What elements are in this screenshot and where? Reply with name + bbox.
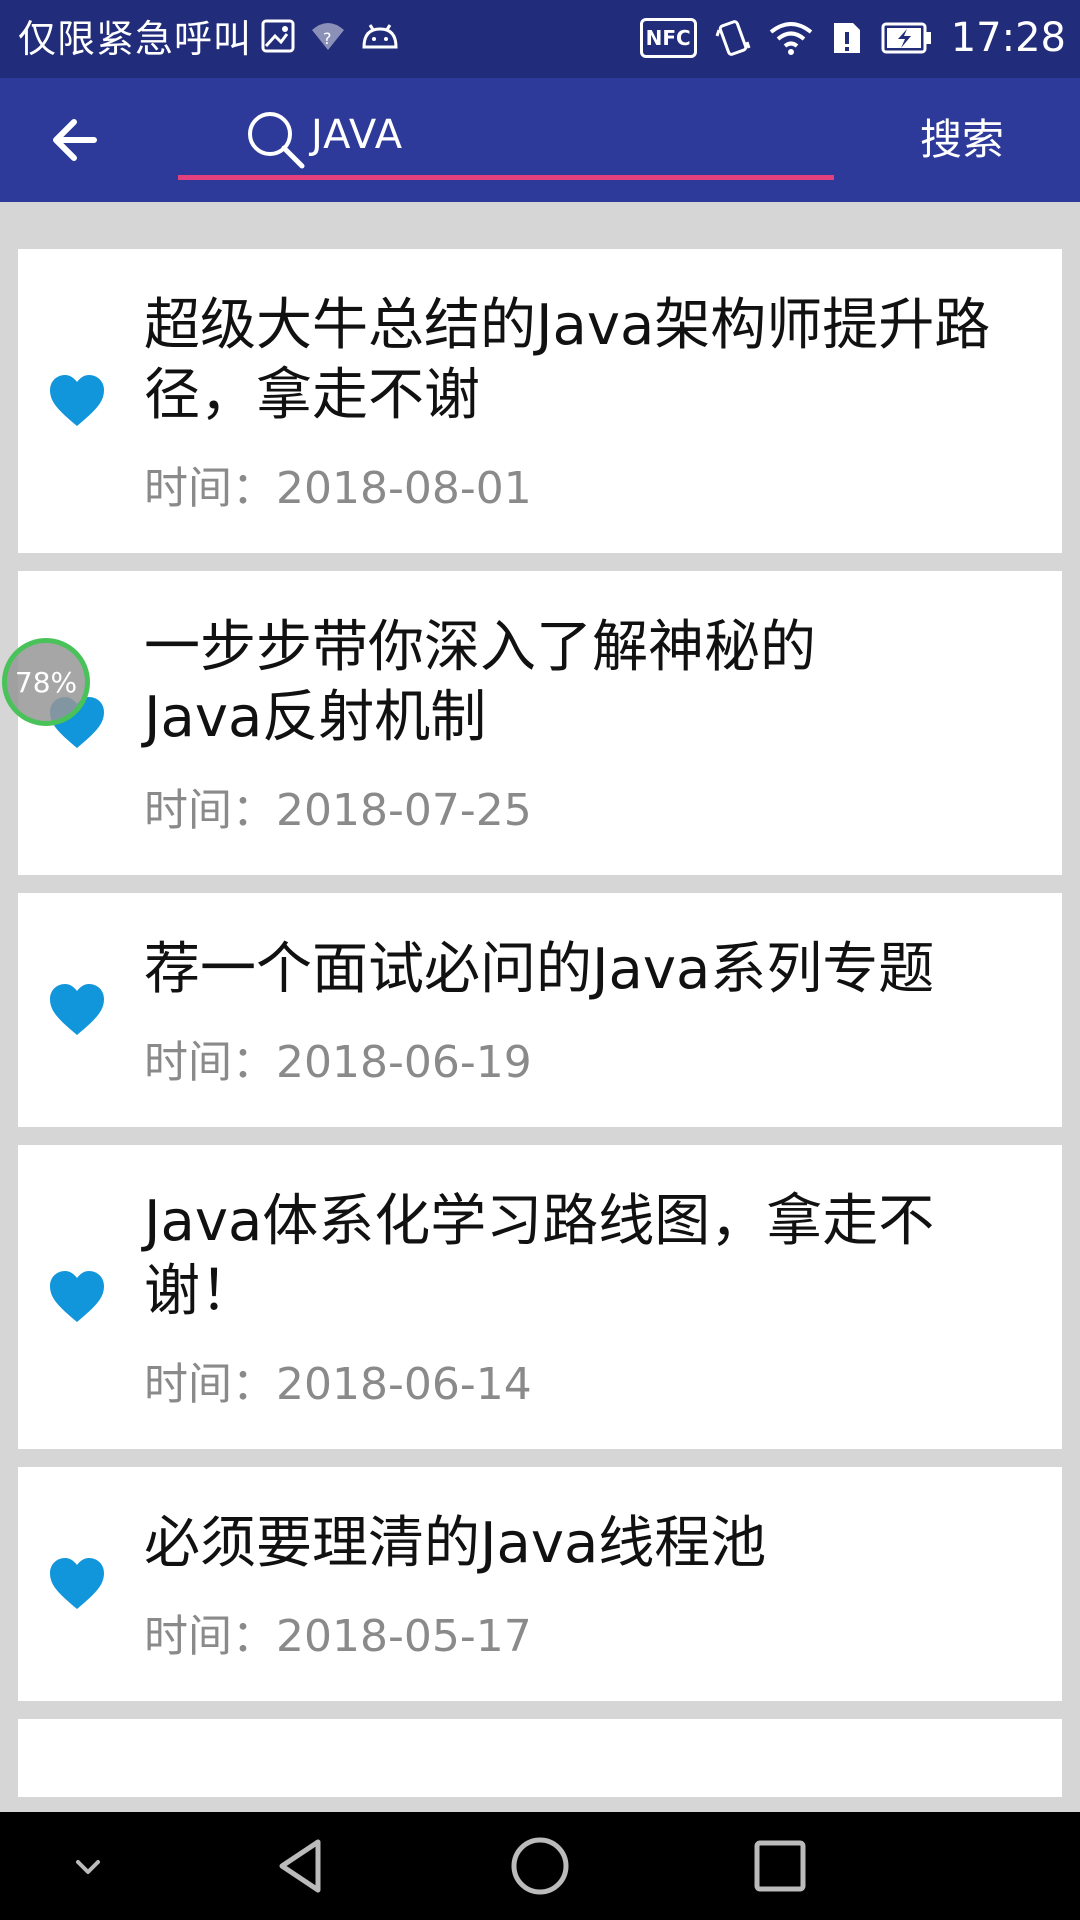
vibrate-icon [715, 18, 751, 58]
article-time: 时间：2018-07-25 [144, 785, 532, 836]
article-title: 荐一个面试必问的Java系列专题 [144, 937, 935, 1002]
nfc-icon: NFC [639, 18, 697, 58]
search-input[interactable]: JAVA [178, 96, 834, 180]
list-item[interactable]: 必须要理清的Java线程池 时间：2018-05-17 [18, 1467, 1062, 1701]
article-time: 时间：2018-06-14 [144, 1359, 532, 1410]
list-item[interactable] [18, 1719, 1062, 1797]
sim-alert-icon [831, 20, 863, 56]
battery-charging-icon [881, 22, 933, 54]
list-item[interactable]: 超级大牛总结的Java架构师提升路径，拿走不谢 时间：2018-08-01 [18, 249, 1062, 553]
article-list: 超级大牛总结的Java架构师提升路径，拿走不谢 时间：2018-08-01 一步… [18, 249, 1062, 1815]
wifi-icon [769, 20, 813, 56]
chevron-down-icon[interactable] [56, 1834, 120, 1898]
search-button[interactable]: 搜索 [920, 112, 1004, 168]
list-item[interactable]: 荐一个面试必问的Java系列专题 时间：2018-06-19 [18, 893, 1062, 1127]
svg-text:?: ? [323, 29, 332, 48]
article-time: 时间：2018-06-19 [144, 1037, 532, 1088]
heart-icon[interactable] [48, 374, 106, 428]
carrier-label: 仅限紧急呼叫 [18, 17, 253, 61]
search-icon [248, 112, 305, 169]
list-item[interactable]: Java体系化学习路线图，拿走不谢！ 时间：2018-06-14 [18, 1145, 1062, 1449]
heart-icon[interactable] [48, 1270, 106, 1324]
navigation-bar [0, 1812, 1080, 1920]
list-item[interactable]: 一步步带你深入了解神秘的Java反射机制 时间：2018-07-25 [18, 571, 1062, 875]
arrow-left-icon [53, 119, 97, 161]
article-title: Java体系化学习路线图，拿走不谢！ [144, 1189, 935, 1324]
floating-progress-badge[interactable]: 78% [2, 638, 90, 726]
article-time: 时间：2018-05-17 [144, 1611, 532, 1662]
article-title: 超级大牛总结的Java架构师提升路径，拿走不谢 [144, 293, 991, 428]
back-button[interactable] [46, 108, 116, 172]
article-title: 一步步带你深入了解神秘的Java反射机制 [144, 615, 816, 750]
image-icon [260, 18, 296, 54]
heart-icon[interactable] [48, 1557, 106, 1611]
home-circle-icon[interactable] [508, 1834, 572, 1898]
article-time: 时间：2018-08-01 [144, 463, 532, 514]
search-toolbar: JAVA 搜索 [0, 78, 1080, 202]
wifi-unknown-icon: ? [310, 18, 346, 54]
heart-icon[interactable] [48, 983, 106, 1037]
clock: 17:28 [950, 15, 1066, 61]
article-title: 必须要理清的Java线程池 [144, 1511, 767, 1576]
status-bar: 仅限紧急呼叫 ? NFC 17:28 [0, 0, 1080, 78]
android-icon [360, 21, 400, 51]
search-query: JAVA [311, 112, 404, 158]
back-triangle-icon[interactable] [270, 1834, 334, 1898]
recents-square-icon[interactable] [748, 1834, 812, 1898]
